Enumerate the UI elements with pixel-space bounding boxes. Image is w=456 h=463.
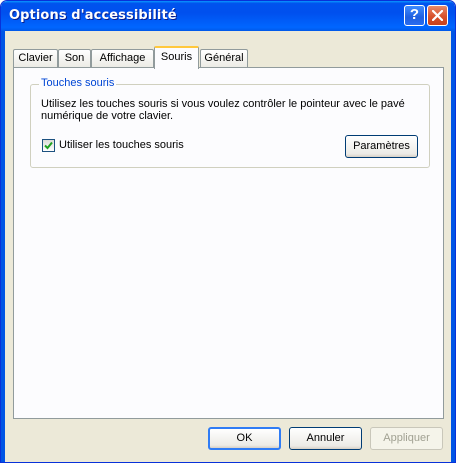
tab-affichage[interactable]: Affichage bbox=[91, 49, 154, 67]
close-button[interactable] bbox=[427, 5, 448, 26]
use-mouse-keys-label[interactable]: Utiliser les touches souris bbox=[59, 139, 184, 151]
settings-button[interactable]: Paramètres bbox=[345, 135, 418, 158]
close-icon bbox=[432, 10, 443, 21]
titlebar[interactable]: Options d'accessibilité ? bbox=[1, 1, 455, 31]
use-mouse-keys-checkbox[interactable] bbox=[42, 139, 55, 152]
tab-general[interactable]: Général bbox=[200, 49, 248, 67]
checkmark-icon bbox=[44, 141, 53, 150]
mouse-keys-groupbox: Touches souris Utilisez les touches sour… bbox=[30, 77, 430, 168]
dialog-window: Options d'accessibilité ? Clavier Son Af… bbox=[0, 0, 456, 463]
help-icon: ? bbox=[409, 6, 420, 23]
apply-button[interactable]: Appliquer bbox=[370, 427, 443, 450]
tab-panel-souris: Touches souris Utilisez les touches sour… bbox=[13, 67, 444, 419]
window-border-right bbox=[451, 31, 455, 462]
cancel-button[interactable]: Annuler bbox=[289, 427, 362, 450]
window-title: Options d'accessibilité bbox=[9, 8, 177, 23]
window-border-left bbox=[1, 31, 5, 462]
tab-souris[interactable]: Souris bbox=[154, 46, 199, 69]
tab-son[interactable]: Son bbox=[58, 49, 91, 67]
groupbox-title: Touches souris bbox=[39, 77, 117, 89]
ok-button[interactable]: OK bbox=[208, 427, 281, 450]
tab-clavier[interactable]: Clavier bbox=[13, 49, 58, 67]
mouse-keys-description: Utilisez les touches souris si vous voul… bbox=[41, 98, 405, 122]
help-button[interactable]: ? bbox=[404, 5, 425, 26]
